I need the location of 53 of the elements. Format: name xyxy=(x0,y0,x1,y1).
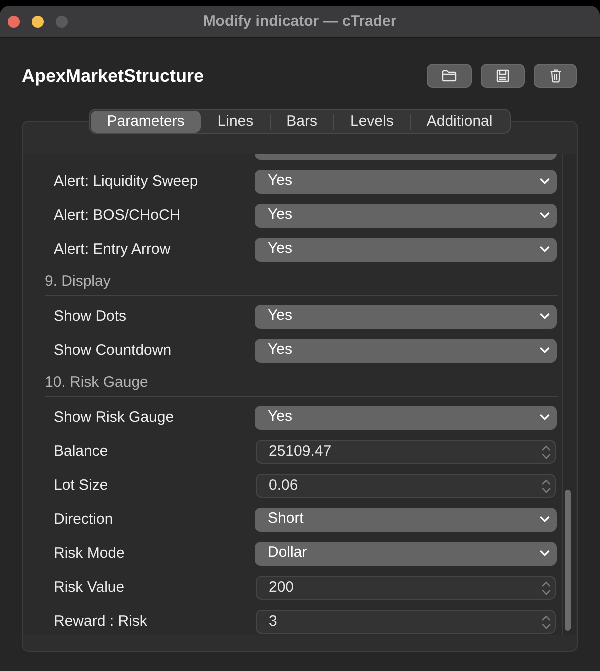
number-field[interactable]: 25109.47 xyxy=(256,440,556,464)
field-label: Show Countdown xyxy=(54,342,173,360)
stepper-icon[interactable] xyxy=(542,580,551,596)
chevron-down-icon xyxy=(540,414,550,420)
tab[interactable]: Lines xyxy=(202,110,270,132)
trash-icon xyxy=(550,69,562,83)
number-field[interactable]: 200 xyxy=(256,576,556,600)
chevron-down-icon xyxy=(540,346,550,354)
dropdown[interactable]: Yes xyxy=(255,204,557,228)
field-label: Reward : Risk xyxy=(54,613,148,631)
chevron-down-icon xyxy=(540,312,550,320)
field-label: Risk Value xyxy=(54,579,126,597)
field-label: Alert: BOS/CHoCH xyxy=(54,207,182,225)
field-label: Lot Size xyxy=(54,477,110,495)
field-label: Direction xyxy=(54,511,114,529)
section-heading: 10. Risk Gauge xyxy=(45,374,150,392)
dropdown[interactable]: Yes xyxy=(255,339,557,363)
dropdown[interactable]: Yes xyxy=(255,170,557,194)
scrollbar-thumb[interactable] xyxy=(565,490,571,631)
chevron-down-icon xyxy=(540,178,550,184)
chevron-down-icon xyxy=(540,246,550,252)
indicator-name: ApexMarketStructure xyxy=(22,65,204,87)
folder-icon xyxy=(442,70,457,82)
chevron-down-icon xyxy=(540,550,550,556)
dropdown[interactable]: Yes xyxy=(255,406,557,430)
field-label: Show Dots xyxy=(54,308,128,326)
number-field[interactable]: 3 xyxy=(256,610,556,634)
stepper-icon[interactable] xyxy=(542,478,551,494)
save-button[interactable] xyxy=(481,64,525,88)
field-label: Alert: Liquidity Sweep xyxy=(54,173,200,191)
chevron-down-icon xyxy=(540,212,550,218)
stepper-icon[interactable] xyxy=(542,444,551,460)
tab[interactable]: Additional xyxy=(410,110,509,132)
delete-button[interactable] xyxy=(534,64,577,88)
dropdown[interactable]: Yes xyxy=(255,238,557,262)
field-label: Balance xyxy=(54,443,110,461)
number-field[interactable]: 0.06 xyxy=(256,474,556,498)
window-title: Modify indicator — cTrader xyxy=(203,12,397,30)
close-button[interactable] xyxy=(8,16,20,28)
tab[interactable]: Parameters xyxy=(91,110,201,132)
stepper-icon[interactable] xyxy=(542,614,551,630)
field-label: Risk Mode xyxy=(54,545,126,563)
dropdown[interactable]: Short xyxy=(255,508,557,532)
open-button[interactable] xyxy=(427,64,472,88)
chevron-down-icon xyxy=(540,516,550,522)
field-label: Alert: Entry Arrow xyxy=(54,241,172,259)
dropdown[interactable]: Dollar xyxy=(255,542,557,566)
field-label: Show Risk Gauge xyxy=(54,409,176,427)
tab[interactable]: Bars xyxy=(270,110,334,132)
dropdown[interactable]: Yes xyxy=(255,305,557,329)
minimize-button[interactable] xyxy=(32,16,44,28)
tab[interactable]: Levels xyxy=(334,110,410,132)
section-heading: 9. Display xyxy=(45,273,112,291)
